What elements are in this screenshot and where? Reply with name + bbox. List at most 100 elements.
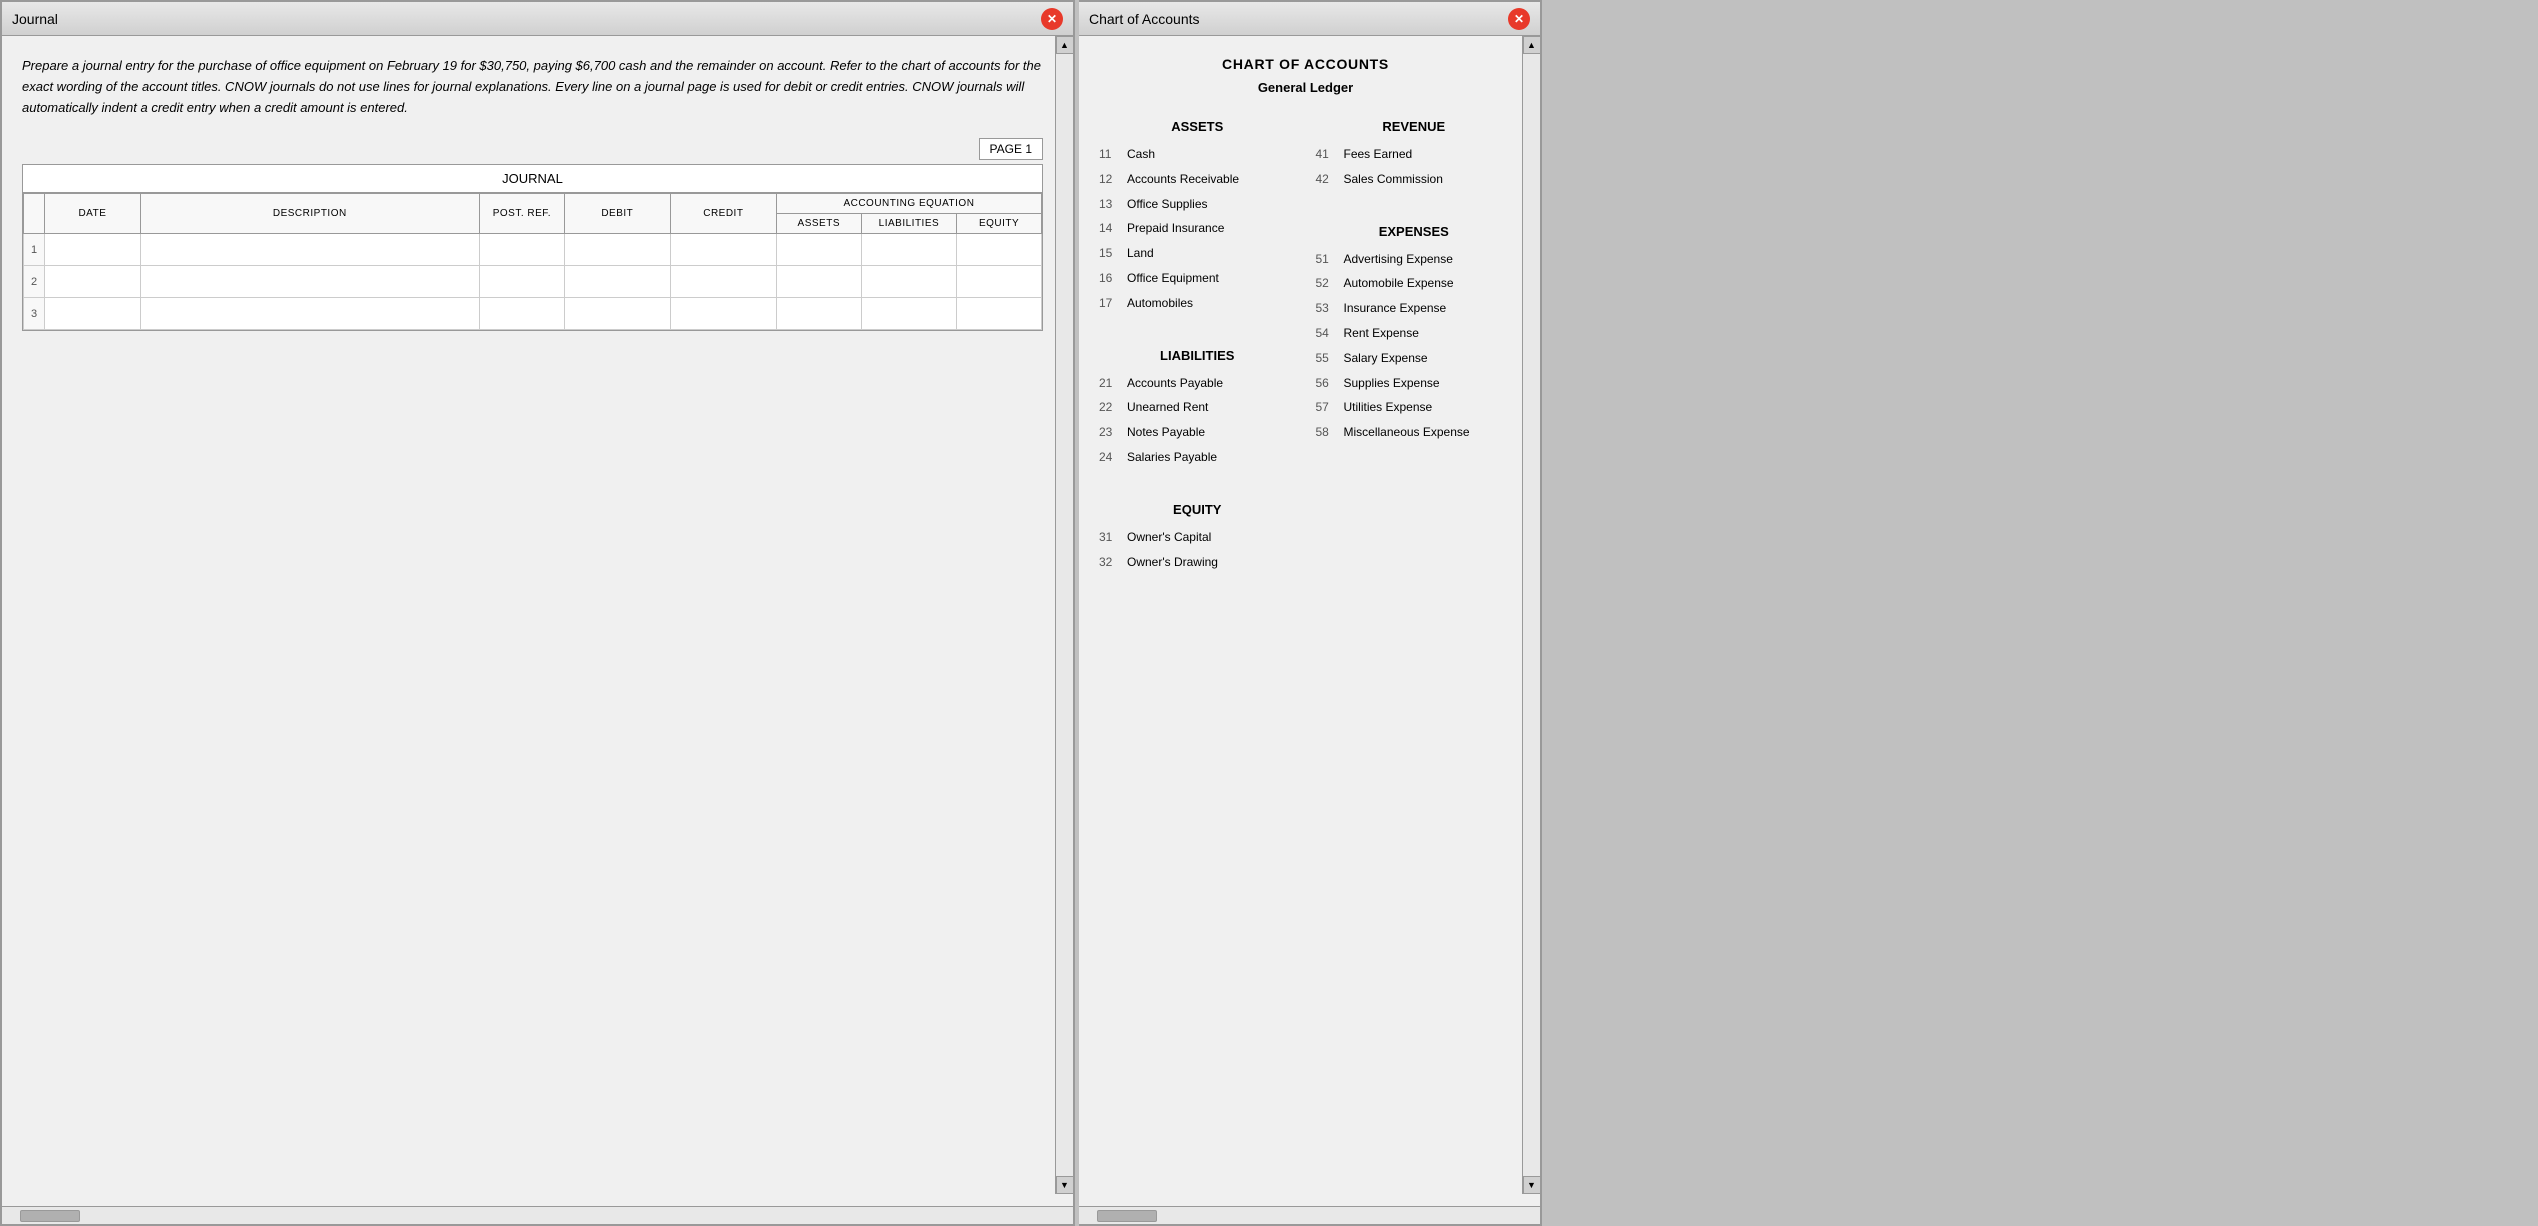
coa-content: CHART OF ACCOUNTS General Ledger ASSETS …: [1079, 36, 1540, 1206]
equity-section-title: EQUITY: [1099, 502, 1296, 517]
journal-table-title: JOURNAL: [23, 165, 1042, 193]
row3-liabilities[interactable]: [861, 298, 956, 330]
row2-assets[interactable]: [776, 266, 861, 298]
account-name-office-supplies: Office Supplies: [1127, 196, 1208, 213]
account-num-54: 54: [1316, 325, 1344, 342]
account-name-automobiles: Automobiles: [1127, 295, 1193, 312]
coa-left-column: ASSETS 11 Cash 12 Accounts Receivable 13…: [1099, 115, 1296, 578]
account-name-rent-expense: Rent Expense: [1344, 325, 1419, 342]
list-item: 55 Salary Expense: [1316, 350, 1513, 367]
account-num-51: 51: [1316, 251, 1344, 268]
journal-table-wrapper: JOURNAL DATE DESCRIPTION POST. REF. DEBI…: [22, 164, 1043, 331]
col-description-header: DESCRIPTION: [140, 194, 479, 234]
row1-credit[interactable]: [670, 234, 776, 266]
row3-equity[interactable]: [957, 298, 1042, 330]
account-name-misc-expense: Miscellaneous Expense: [1344, 424, 1470, 441]
list-item: 24 Salaries Payable: [1099, 449, 1296, 466]
account-num-23: 23: [1099, 424, 1127, 441]
page-label: PAGE 1: [979, 138, 1043, 160]
account-num-24: 24: [1099, 449, 1127, 466]
account-num-15: 15: [1099, 245, 1127, 262]
journal-content: Prepare a journal entry for the purchase…: [2, 36, 1073, 1206]
col-num-header: [24, 194, 45, 234]
list-item: 57 Utilities Expense: [1316, 399, 1513, 416]
h-scroll-thumb[interactable]: [20, 1210, 80, 1222]
row-num-2: 2: [24, 266, 45, 298]
journal-titlebar: Journal ✕: [2, 2, 1073, 36]
account-num-32: 32: [1099, 554, 1127, 571]
account-num-11: 11: [1099, 146, 1127, 163]
row1-assets[interactable]: [776, 234, 861, 266]
col-postref-header: POST. REF.: [479, 194, 564, 234]
row3-credit[interactable]: [670, 298, 776, 330]
account-num-53: 53: [1316, 300, 1344, 317]
coa-columns: ASSETS 11 Cash 12 Accounts Receivable 13…: [1099, 115, 1512, 578]
coa-scroll-up-arrow[interactable]: ▲: [1523, 36, 1541, 54]
row2-equity[interactable]: [957, 266, 1042, 298]
account-num-55: 55: [1316, 350, 1344, 367]
assets-section-title: ASSETS: [1099, 119, 1296, 134]
coa-scrollbar[interactable]: ▲ ▼: [1522, 36, 1540, 1194]
row1-liabilities[interactable]: [861, 234, 956, 266]
row2-liabilities[interactable]: [861, 266, 956, 298]
journal-horizontal-scrollbar[interactable]: [2, 1206, 1073, 1224]
row3-assets[interactable]: [776, 298, 861, 330]
account-num-58: 58: [1316, 424, 1344, 441]
col-date-header: DATE: [45, 194, 140, 234]
list-item: 31 Owner's Capital: [1099, 529, 1296, 546]
row1-equity[interactable]: [957, 234, 1042, 266]
account-num-12: 12: [1099, 171, 1127, 188]
coa-horizontal-scrollbar[interactable]: [1079, 1206, 1540, 1224]
list-item: 51 Advertising Expense: [1316, 251, 1513, 268]
list-item: 54 Rent Expense: [1316, 325, 1513, 342]
account-name-salary-expense: Salary Expense: [1344, 350, 1428, 367]
coa-scroll-track[interactable]: [1523, 54, 1540, 1176]
row2-debit[interactable]: [564, 266, 670, 298]
coa-main-title: CHART OF ACCOUNTS: [1099, 56, 1512, 72]
coa-h-scroll-thumb[interactable]: [1097, 1210, 1157, 1222]
row3-description[interactable]: [140, 298, 479, 330]
account-num-57: 57: [1316, 399, 1344, 416]
account-num-41: 41: [1316, 146, 1344, 163]
col-equity-header: EQUITY: [957, 214, 1042, 234]
journal-table: DATE DESCRIPTION POST. REF. DEBIT CREDIT…: [23, 193, 1042, 330]
account-name-salaries-payable: Salaries Payable: [1127, 449, 1217, 466]
row2-description[interactable]: [140, 266, 479, 298]
list-item: 13 Office Supplies: [1099, 196, 1296, 213]
account-name-utilities-expense: Utilities Expense: [1344, 399, 1433, 416]
table-row: 2: [24, 266, 1042, 298]
table-row: 3: [24, 298, 1042, 330]
coa-close-button[interactable]: ✕: [1508, 8, 1530, 30]
row1-description[interactable]: [140, 234, 479, 266]
row3-date[interactable]: [45, 298, 140, 330]
journal-close-button[interactable]: ✕: [1041, 8, 1063, 30]
row2-postref[interactable]: [479, 266, 564, 298]
account-num-14: 14: [1099, 220, 1127, 237]
row2-credit[interactable]: [670, 266, 776, 298]
expenses-section-title: EXPENSES: [1316, 224, 1513, 239]
table-row: 1: [24, 234, 1042, 266]
list-item: 21 Accounts Payable: [1099, 375, 1296, 392]
row3-debit[interactable]: [564, 298, 670, 330]
list-item: 16 Office Equipment: [1099, 270, 1296, 287]
row2-date[interactable]: [45, 266, 140, 298]
row1-date[interactable]: [45, 234, 140, 266]
col-credit-header: CREDIT: [670, 194, 776, 234]
account-name-supplies-expense: Supplies Expense: [1344, 375, 1440, 392]
list-item: 42 Sales Commission: [1316, 171, 1513, 188]
account-num-56: 56: [1316, 375, 1344, 392]
row1-postref[interactable]: [479, 234, 564, 266]
row1-debit[interactable]: [564, 234, 670, 266]
account-name-automobile-expense: Automobile Expense: [1344, 275, 1454, 292]
row-num-1: 1: [24, 234, 45, 266]
row3-postref[interactable]: [479, 298, 564, 330]
journal-panel: Journal ✕ ▲ ▼ Prepare a journal entry fo…: [0, 0, 1075, 1226]
account-name-insurance-expense: Insurance Expense: [1344, 300, 1447, 317]
list-item: 58 Miscellaneous Expense: [1316, 424, 1513, 441]
coa-sub-title: General Ledger: [1099, 80, 1512, 95]
col-debit-header: DEBIT: [564, 194, 670, 234]
account-num-17: 17: [1099, 295, 1127, 312]
account-num-21: 21: [1099, 375, 1127, 392]
coa-scroll-down-arrow[interactable]: ▼: [1523, 1176, 1541, 1194]
account-name-owners-capital: Owner's Capital: [1127, 529, 1211, 546]
